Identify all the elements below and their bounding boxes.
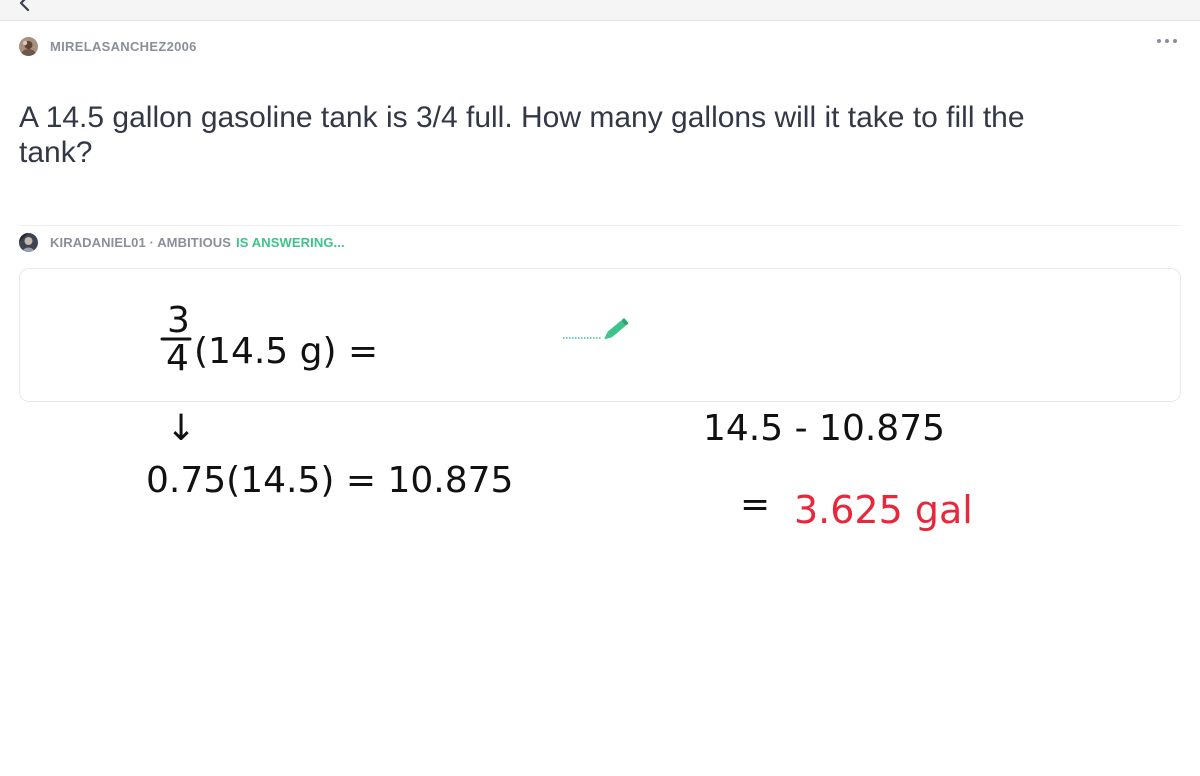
- step2-expression: 0.75(14.5) = 10.875: [146, 460, 513, 501]
- pencil-icon[interactable]: [560, 314, 632, 344]
- answerer-info: KIRADANIEL01 · AMBITIOUS IS ANSWERING...: [19, 232, 345, 252]
- answering-status: IS ANSWERING...: [236, 234, 345, 250]
- asker-username[interactable]: MIRELASANCHEZ2006: [50, 39, 197, 54]
- section-divider: [19, 225, 1181, 226]
- chevron-left-icon[interactable]: [14, 0, 36, 14]
- down-arrow-icon: ↓: [166, 408, 196, 449]
- user-avatar-icon[interactable]: [19, 36, 38, 56]
- answerer-username[interactable]: KIRADANIEL01 · AMBITIOUS: [50, 235, 231, 250]
- more-options-icon[interactable]: [1156, 36, 1178, 46]
- step3-expression: 14.5 - 10.875: [703, 408, 945, 449]
- answerer-avatar-icon[interactable]: [19, 232, 38, 252]
- final-answer: 3.625 gal: [794, 488, 973, 532]
- top-navigation-bar: [0, 0, 1200, 21]
- question-author: MIRELASANCHEZ2006: [19, 36, 197, 56]
- equals-sign: =: [740, 484, 770, 525]
- question-text: A 14.5 gallon gasoline tank is 3/4 full.…: [19, 101, 1025, 169]
